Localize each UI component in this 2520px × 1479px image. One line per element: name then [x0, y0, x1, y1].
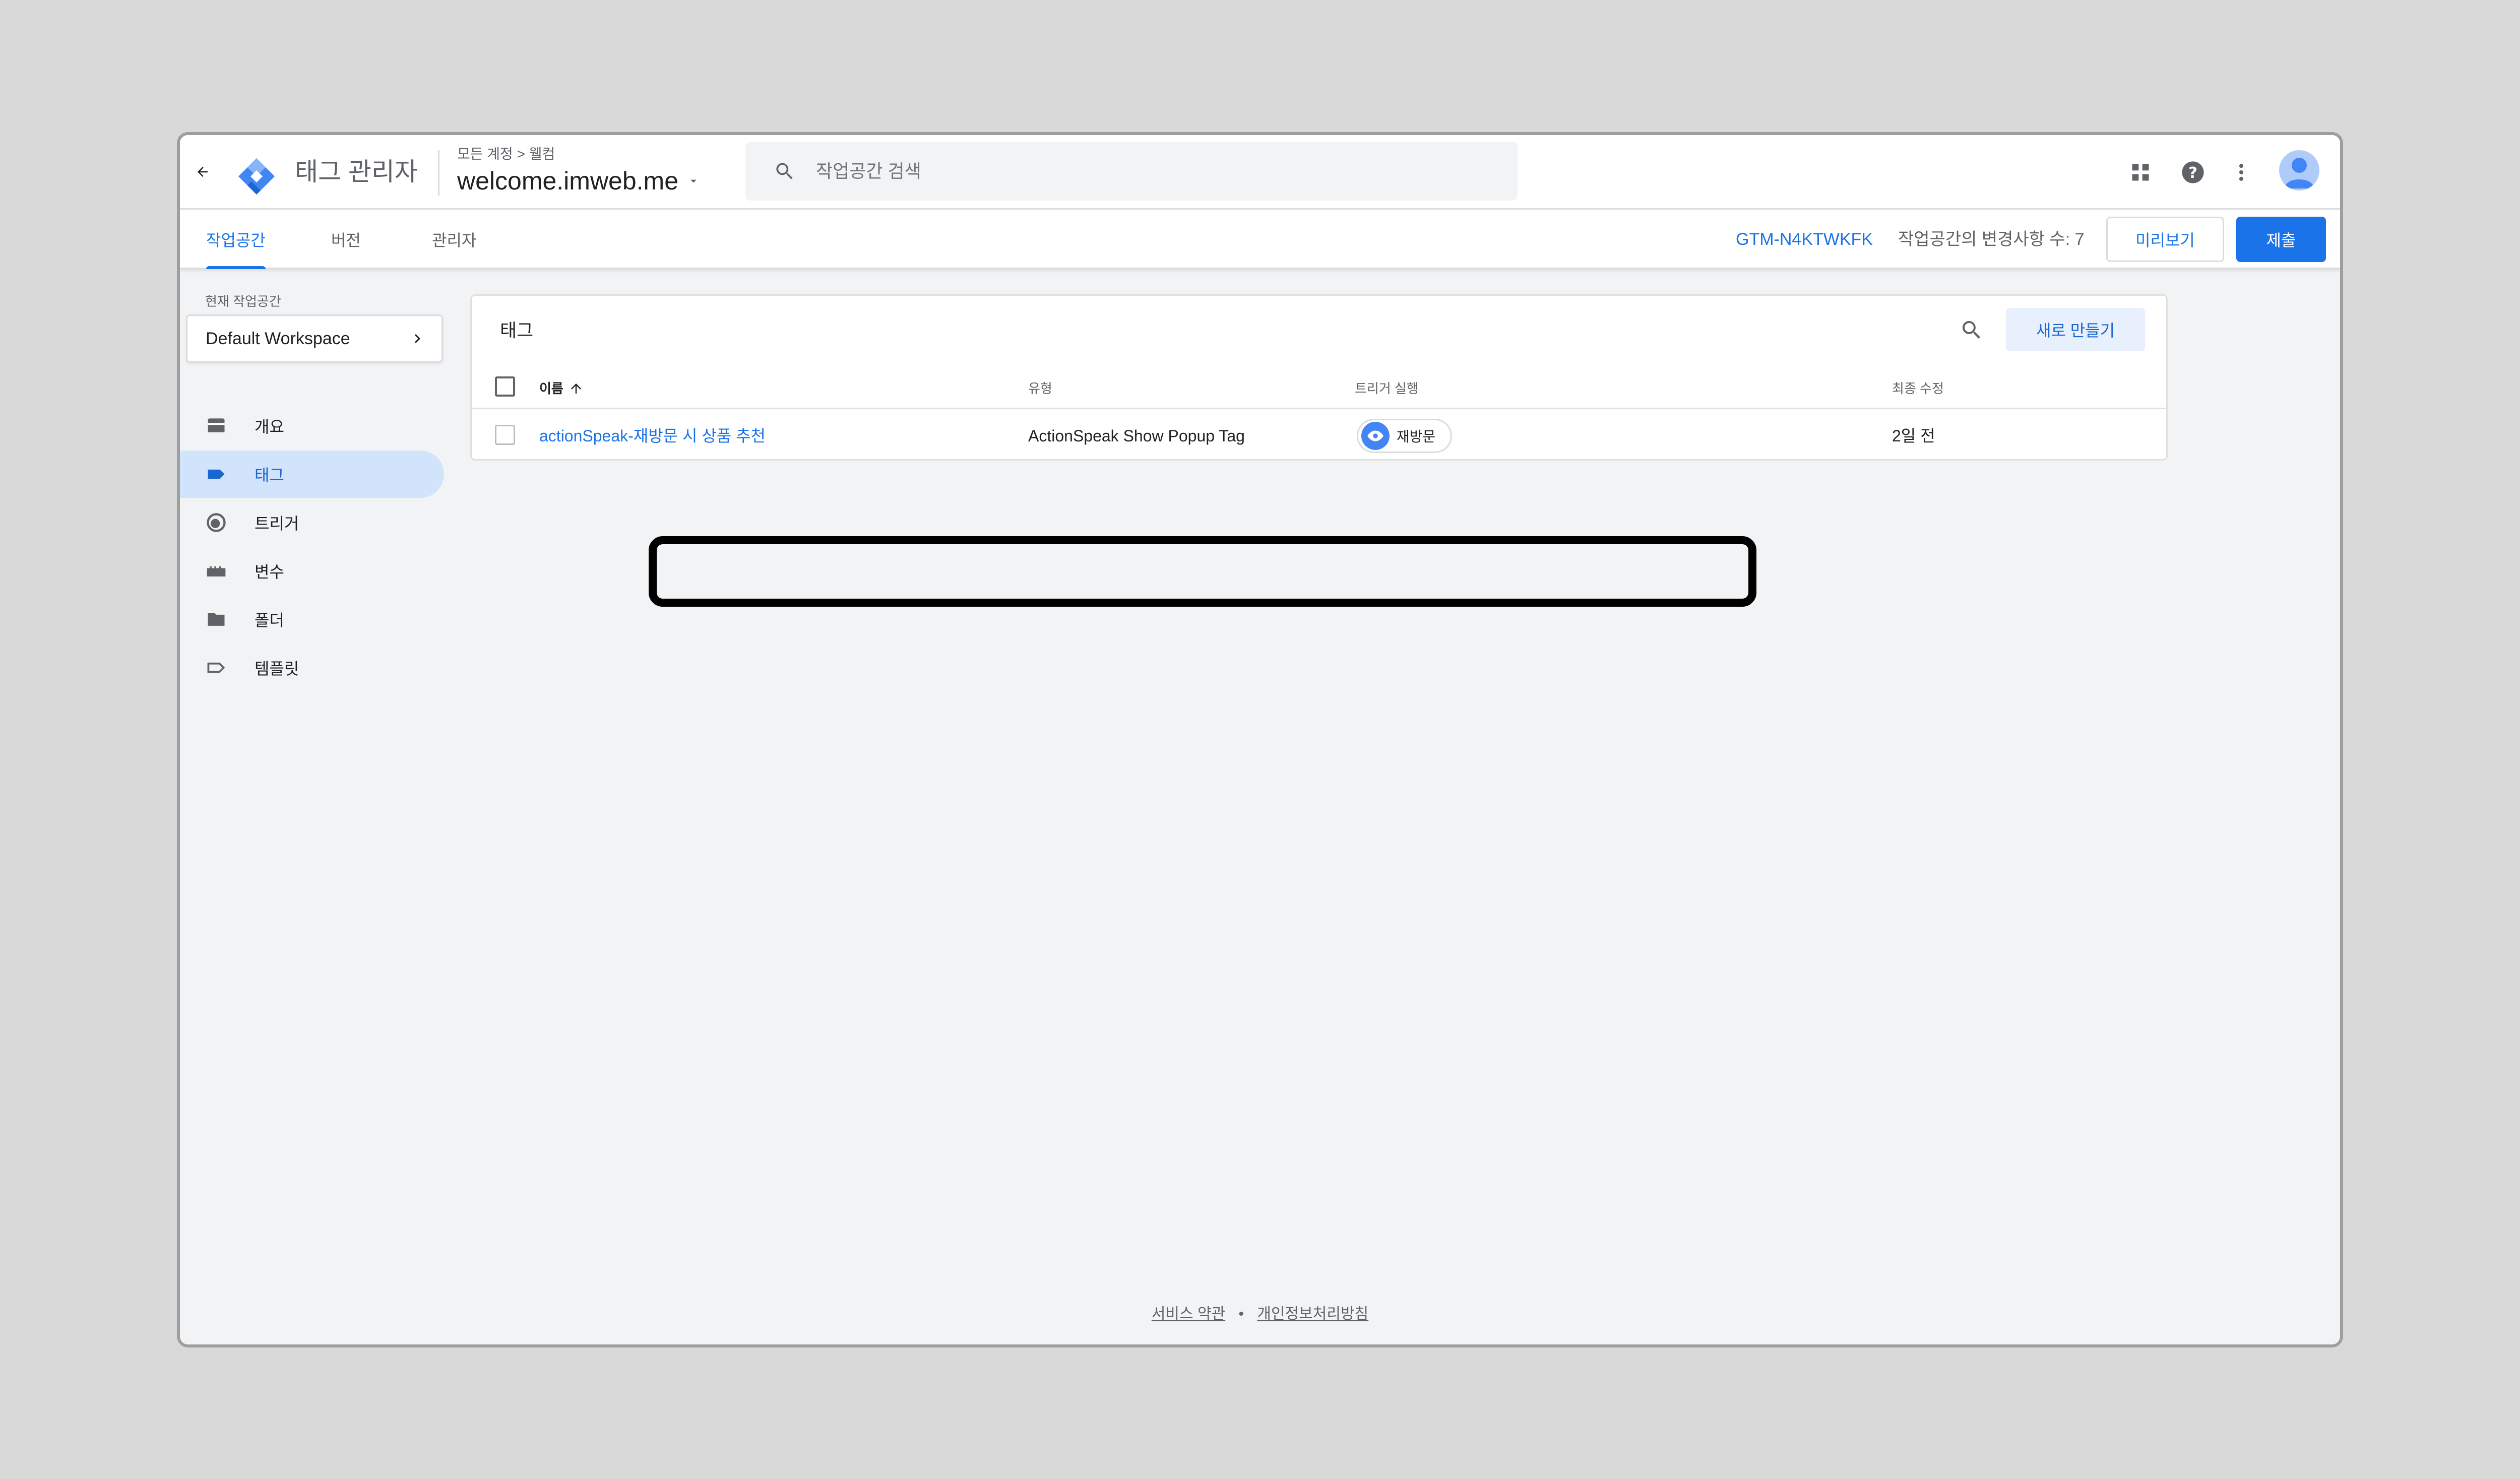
- tab-bar: 작업공간 버전 관리자 GTM-N4KTWKFK 작업공간의 변경사항 수: 7…: [180, 210, 2340, 269]
- sidebar-item-label: 폴더: [255, 611, 284, 629]
- user-avatar-icon[interactable]: [2279, 150, 2319, 190]
- tag-type: ActionSpeak Show Popup Tag: [1028, 427, 1245, 445]
- tags-card-title: 태그: [500, 320, 534, 341]
- apps-grid-icon[interactable]: [2125, 157, 2156, 187]
- sidebar-item-tags[interactable]: 태그: [180, 451, 444, 498]
- arrow-up-icon: [571, 383, 581, 394]
- trigger-chip[interactable]: 재방문: [1357, 419, 1453, 453]
- trigger-label: 재방문: [1397, 429, 1436, 444]
- search-icon: [776, 163, 793, 179]
- workspace-selector[interactable]: Default Workspace: [186, 314, 443, 363]
- workspace-search[interactable]: [745, 142, 1518, 201]
- current-workspace-label: 현재 작업공간: [205, 294, 281, 309]
- account-name: welcome.imweb.me: [457, 167, 679, 195]
- highlight-box: [649, 536, 1756, 607]
- header-divider: [472, 408, 2166, 409]
- submit-button[interactable]: 제출: [2236, 217, 2326, 262]
- new-tag-button[interactable]: 새로 만들기: [2006, 308, 2145, 351]
- column-header-modified[interactable]: 최종 수정: [1892, 379, 1944, 398]
- sidebar-item-triggers[interactable]: 트리거: [180, 499, 444, 546]
- eye-icon: [1361, 422, 1390, 450]
- chevron-right-icon: [414, 334, 420, 343]
- tag-icon: [204, 462, 228, 486]
- preview-button[interactable]: 미리보기: [2106, 217, 2224, 262]
- sidebar-item-label: 태그: [255, 466, 284, 484]
- sidebar-item-label: 템플릿: [255, 660, 299, 678]
- column-header-name-label: 이름: [539, 381, 563, 396]
- tag-last-modified: 2일 전: [1892, 427, 1935, 445]
- column-header-type[interactable]: 유형: [1028, 379, 1052, 398]
- search-input[interactable]: [816, 161, 1471, 182]
- svg-text:?: ?: [2188, 164, 2197, 182]
- variable-icon: [204, 559, 228, 583]
- trigger-icon: [204, 510, 228, 535]
- breadcrumb[interactable]: 모든 계정 > 웰컴: [457, 144, 555, 164]
- terms-link[interactable]: 서비스 약관: [1152, 1306, 1225, 1322]
- tab-workspace[interactable]: 작업공간: [206, 210, 266, 269]
- sidebar-item-label: 변수: [255, 563, 284, 581]
- column-header-trigger[interactable]: 트리거 실행: [1355, 379, 1419, 398]
- app-header: 태그 관리자 모든 계정 > 웰컴 welcome.imweb.me ?: [180, 135, 2340, 210]
- header-divider: [438, 150, 439, 196]
- sidebar-item-label: 트리거: [255, 515, 299, 533]
- sidebar-item-folders[interactable]: 폴더: [180, 596, 444, 643]
- sidebar-item-templates[interactable]: 템플릿: [180, 644, 444, 691]
- container-id-link[interactable]: GTM-N4KTWKFK: [1736, 228, 1873, 251]
- tab-versions[interactable]: 버전: [331, 210, 361, 269]
- tag-manager-logo-icon[interactable]: [236, 156, 277, 197]
- back-arrow-icon[interactable]: [187, 156, 218, 187]
- account-selector[interactable]: welcome.imweb.me: [457, 163, 701, 199]
- more-vert-icon[interactable]: [2226, 157, 2256, 187]
- caret-down-icon: [690, 179, 697, 183]
- sidebar-item-overview[interactable]: 개요: [180, 402, 444, 449]
- browser-window: 태그 관리자 모든 계정 > 웰컴 welcome.imweb.me ? 작업공…: [177, 132, 2343, 1347]
- tag-name-link[interactable]: actionSpeak-재방문 시 상품 추천: [539, 425, 766, 447]
- template-icon: [204, 656, 228, 680]
- row-checkbox[interactable]: [495, 425, 515, 445]
- select-all-checkbox[interactable]: [495, 376, 515, 397]
- workspace-changes-count: 작업공간의 변경사항 수: 7: [1898, 230, 2085, 249]
- sidebar-item-label: 개요: [255, 418, 284, 436]
- sidebar-item-variables[interactable]: 변수: [180, 547, 444, 595]
- column-header-name[interactable]: 이름: [539, 379, 584, 398]
- footer-separator: •: [1238, 1306, 1244, 1322]
- tab-admin[interactable]: 관리자: [432, 210, 476, 269]
- footer: 서비스 약관 • 개인정보처리방침: [180, 1301, 2340, 1323]
- overview-icon: [204, 414, 228, 438]
- privacy-link[interactable]: 개인정보처리방침: [1257, 1306, 1368, 1322]
- help-icon[interactable]: ?: [2178, 157, 2208, 187]
- search-icon[interactable]: [1957, 315, 1987, 345]
- tags-card: 태그 새로 만들기 이름 유형 트리거 실행 최종 수정 actionSpeak…: [470, 294, 2168, 461]
- folder-icon: [204, 607, 228, 631]
- app-title: 태그 관리자: [295, 158, 418, 186]
- workspace-name: Default Workspace: [206, 329, 350, 348]
